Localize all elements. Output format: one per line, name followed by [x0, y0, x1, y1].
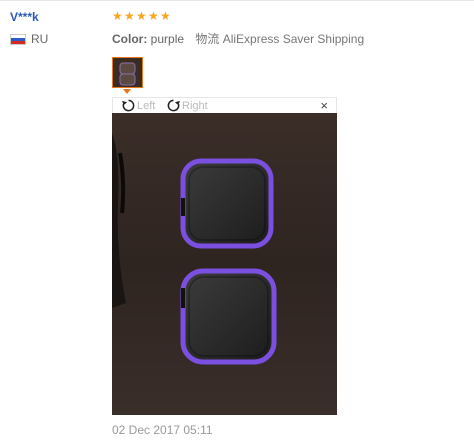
shipping-method: 物流 AliExpress Saver Shipping — [195, 32, 365, 46]
rotate-left-icon — [121, 99, 135, 112]
divider — [0, 0, 474, 1]
review-photo[interactable] — [112, 113, 337, 415]
star-rating: ★ ★ ★ ★ ★ — [112, 9, 172, 23]
rotate-left-label: Left — [137, 99, 156, 112]
star-icon: ★ — [136, 9, 147, 23]
reviewer-country: RU — [10, 32, 48, 46]
close-icon[interactable]: × — [320, 98, 328, 114]
flag-ru-icon — [10, 33, 26, 45]
image-viewer-toolbar: Left Right × — [112, 97, 337, 113]
review-photo-thumbnail[interactable] — [112, 57, 143, 88]
star-icon: ★ — [124, 9, 135, 23]
rotate-right-icon — [167, 99, 181, 112]
country-code: RU — [31, 32, 49, 46]
color-label: Color: — [112, 32, 148, 46]
star-icon: ★ — [160, 9, 171, 23]
star-icon: ★ — [148, 9, 159, 23]
rotate-right-label: Right — [182, 99, 208, 112]
thumbnail-pointer — [123, 89, 131, 94]
review-date: 02 Dec 2017 05:11 — [112, 423, 213, 437]
reviewer-name[interactable]: V***k — [10, 10, 39, 24]
rotate-left-button[interactable]: Left — [121, 98, 155, 113]
order-info: Color: purple 物流 AliExpress Saver Shippi… — [112, 30, 364, 47]
star-icon: ★ — [112, 9, 123, 23]
rotate-right-button[interactable]: Right — [166, 98, 208, 113]
color-value: purple — [150, 32, 185, 46]
